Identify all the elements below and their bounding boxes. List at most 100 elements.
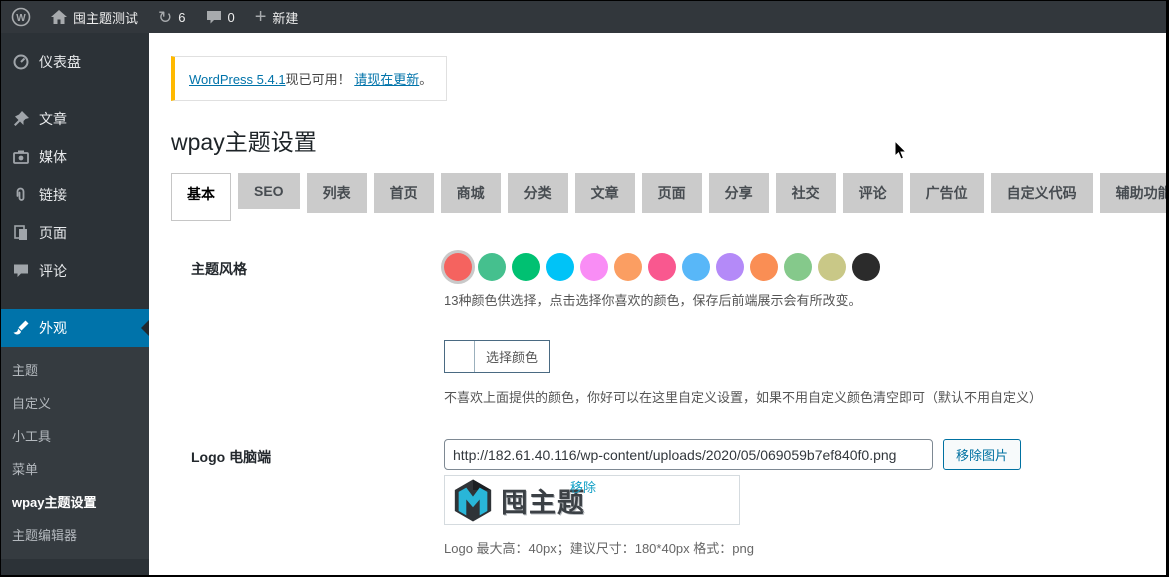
comment-icon	[12, 263, 30, 279]
logo-pc-remove-button[interactable]: 移除图片	[943, 439, 1021, 470]
color-swatch-12[interactable]	[818, 253, 846, 281]
main-content: WordPress 5.4.1现已可用！ 请现在更新。 wpay主题设置 基本 …	[149, 33, 1166, 575]
site-logo-image: 囤主题	[451, 478, 585, 523]
active-menu-arrow	[141, 320, 149, 336]
comment-bubble-icon	[206, 10, 222, 25]
submenu-item-menus[interactable]: 菜单	[1, 452, 149, 485]
custom-color-picker[interactable]: 选择颜色	[444, 340, 550, 373]
page-title: wpay主题设置	[171, 123, 1166, 157]
brush-icon	[12, 320, 30, 336]
tab-share[interactable]: 分享	[709, 173, 769, 213]
color-swatch-11[interactable]	[784, 253, 812, 281]
color-swatch-5[interactable]	[580, 253, 608, 281]
tab-accessibility[interactable]: 辅助功能+	[1100, 173, 1166, 213]
hexagon-m-logo-icon	[451, 478, 495, 523]
update-now-link[interactable]: 请现在更新	[354, 72, 419, 87]
submenu-item-customize[interactable]: 自定义	[1, 386, 149, 419]
tab-custom-code[interactable]: 自定义代码	[991, 173, 1093, 213]
tab-home[interactable]: 首页	[374, 173, 434, 213]
tab-basic[interactable]: 基本	[171, 173, 231, 221]
color-swatch-3[interactable]	[512, 253, 540, 281]
site-menu[interactable]: 囤主题测试	[41, 1, 148, 33]
logo-pc-preview: 囤主题 移除	[444, 475, 740, 525]
sidebar-item-label: 仪表盘	[39, 52, 81, 72]
color-swatch-4[interactable]	[546, 253, 574, 281]
settings-form: 主题风格	[171, 251, 1166, 575]
appearance-submenu: 主题 自定义 小工具 菜单 wpay主题设置 主题编辑器	[1, 347, 149, 559]
tab-social[interactable]: 社交	[776, 173, 836, 213]
dashboard-icon	[12, 54, 30, 70]
new-content-menu[interactable]: + 新建	[245, 1, 309, 33]
theme-style-label: 主题风格	[171, 251, 444, 406]
updates-menu[interactable]: ↻ 6	[148, 1, 195, 33]
tab-pages[interactable]: 页面	[642, 173, 702, 213]
submenu-item-theme-editor[interactable]: 主题编辑器	[1, 518, 149, 551]
update-notice: WordPress 5.4.1现已可用！ 请现在更新。	[171, 56, 447, 101]
paperclip-icon	[12, 187, 30, 203]
submenu-item-wpay-settings[interactable]: wpay主题设置	[1, 485, 149, 518]
color-palette	[444, 251, 1166, 281]
sidebar-item-label: 链接	[39, 185, 67, 205]
tab-shop[interactable]: 商城	[441, 173, 501, 213]
color-swatch-1[interactable]	[444, 253, 472, 281]
sidebar-item-pages[interactable]: 页面	[1, 214, 149, 252]
color-swatch-10[interactable]	[750, 253, 778, 281]
color-swatch-9[interactable]	[716, 253, 744, 281]
wordpress-logo-menu[interactable]: W	[1, 1, 41, 33]
sidebar-item-posts[interactable]: 文章	[1, 100, 149, 138]
update-count: 6	[178, 10, 185, 25]
color-swatch-8[interactable]	[682, 253, 710, 281]
submenu-item-themes[interactable]: 主题	[1, 353, 149, 386]
logo-pc-remove-link[interactable]: 移除	[570, 477, 596, 496]
svg-text:W: W	[16, 13, 26, 24]
sidebar-item-appearance[interactable]: 外观	[1, 309, 149, 347]
camera-icon	[12, 149, 30, 165]
new-label: 新建	[272, 8, 298, 27]
color-swatch-13[interactable]	[852, 253, 880, 281]
pick-color-button[interactable]: 选择颜色	[475, 341, 549, 372]
tab-posts[interactable]: 文章	[575, 173, 635, 213]
wordpress-version-link[interactable]: WordPress 5.4.1	[189, 72, 286, 87]
home-icon	[51, 10, 67, 25]
tab-ads[interactable]: 广告位	[910, 173, 984, 213]
admin-bar: W 囤主题测试 ↻ 6 0 + 新建	[1, 1, 1166, 33]
admin-sidebar: 仪表盘 文章 媒体 链接	[1, 33, 149, 575]
comments-menu[interactable]: 0	[196, 1, 245, 33]
submenu-item-widgets[interactable]: 小工具	[1, 419, 149, 452]
settings-tabs: 基本 SEO 列表 首页 商城 分类 文章 页面 分享 社交 评论 广告位 自定…	[171, 173, 1166, 221]
color-swatch-2[interactable]	[478, 253, 506, 281]
logo-pc-url-input[interactable]	[444, 439, 933, 470]
pin-icon	[12, 111, 30, 127]
sidebar-item-label: 文章	[39, 109, 67, 129]
row-logo-pc: Logo 电脑端 移除图片	[171, 439, 1166, 557]
sidebar-item-label: 媒体	[39, 147, 67, 167]
palette-hint: 13种颜色供选择，点击选择你喜欢的颜色，保存后前端展示会有所改变。	[444, 290, 1166, 309]
sidebar-item-plugins[interactable]: 插件 1	[1, 571, 149, 575]
notice-text: 现已可用！	[286, 72, 351, 87]
pages-icon	[12, 225, 30, 241]
sidebar-item-media[interactable]: 媒体	[1, 138, 149, 176]
wordpress-admin: W 囤主题测试 ↻ 6 0 + 新建	[1, 1, 1166, 575]
wordpress-logo-icon: W	[11, 7, 31, 27]
color-swatch-6[interactable]	[614, 253, 642, 281]
plus-icon: +	[255, 7, 267, 27]
tab-seo[interactable]: SEO	[238, 173, 300, 209]
tab-comments[interactable]: 评论	[843, 173, 903, 213]
update-icon: ↻	[158, 9, 172, 26]
sidebar-item-comments[interactable]: 评论	[1, 252, 149, 290]
window-frame: W 囤主题测试 ↻ 6 0 + 新建	[0, 0, 1169, 577]
sidebar-item-label: 评论	[39, 261, 67, 281]
notice-period: 。	[419, 72, 432, 87]
site-name: 囤主题测试	[73, 8, 138, 27]
sidebar-item-label: 页面	[39, 223, 67, 243]
row-theme-style: 主题风格	[171, 251, 1166, 406]
logo-pc-hint: Logo 最大高：40px；建议尺寸：180*40px 格式：png	[444, 538, 1166, 557]
sidebar-item-dashboard[interactable]: 仪表盘	[1, 43, 149, 81]
sidebar-item-label: 外观	[39, 318, 67, 338]
custom-color-swatch	[445, 341, 475, 372]
sidebar-item-links[interactable]: 链接	[1, 176, 149, 214]
custom-color-hint: 不喜欢上面提供的颜色，你好可以在这里自定义设置，如果不用自定义颜色清空即可（默认…	[444, 387, 1166, 406]
tab-category[interactable]: 分类	[508, 173, 568, 213]
color-swatch-7[interactable]	[648, 253, 676, 281]
tab-list[interactable]: 列表	[307, 173, 367, 213]
